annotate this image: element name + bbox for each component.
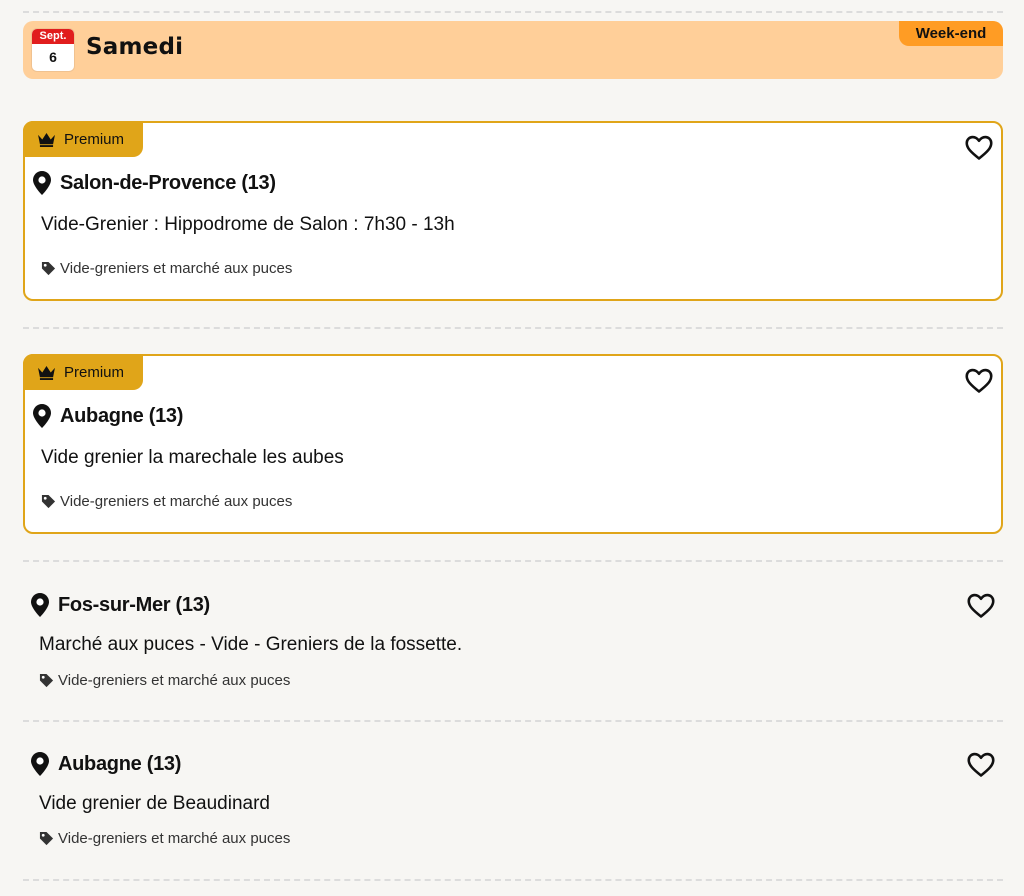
event-location[interactable]: Aubagne (13) [33,404,183,428]
event-category: Vide-greniers et marché aux puces [41,260,292,277]
heart-icon[interactable] [967,752,995,778]
tag-icon [41,261,56,276]
event-location-label: Aubagne (13) [58,752,182,775]
divider [23,327,1003,329]
events-list: Sept. 6 Samedi Week-end Premium Salon-de… [23,0,1003,881]
heart-icon[interactable] [965,135,993,161]
event-location-label: Salon-de-Provence (13) [60,171,276,194]
crown-icon [38,365,55,380]
tag-icon [39,673,54,688]
calendar-day-number: 6 [49,49,57,65]
event-category: Vide-greniers et marché aux puces [39,830,290,847]
map-pin-icon [33,171,51,195]
tag-icon [41,494,56,509]
premium-badge: Premium [23,354,143,390]
event-location[interactable]: Aubagne (13) [31,752,181,776]
event-location[interactable]: Fos-sur-Mer (13) [31,593,210,617]
premium-label: Premium [64,363,125,381]
weekend-badge: Week-end [899,21,1003,46]
event-title[interactable]: Vide grenier de Beaudinard [39,793,270,815]
day-header: Sept. 6 Samedi Week-end [23,21,1003,79]
event-card[interactable]: Premium Aubagne (13) Vide grenier la mar… [23,354,1003,534]
map-pin-icon [33,404,51,428]
event-category-label: Vide-greniers et marché aux puces [60,260,293,277]
crown-icon [38,132,55,147]
event-category-label: Vide-greniers et marché aux puces [60,493,293,510]
event-card[interactable]: Fos-sur-Mer (13) Marché aux puces - Vide… [23,562,1003,720]
heart-icon[interactable] [967,593,995,619]
calendar-icon: Sept. 6 [32,29,74,71]
tag-icon [39,831,54,846]
premium-badge: Premium [23,121,143,157]
calendar-month: Sept. [32,29,74,44]
event-title[interactable]: Vide grenier la marechale les aubes [41,447,344,469]
event-location[interactable]: Salon-de-Provence (13) [33,171,276,195]
event-location-label: Fos-sur-Mer (13) [58,593,210,616]
day-title: Samedi [86,34,184,60]
map-pin-icon [31,593,49,617]
event-card[interactable]: Aubagne (13) Vide grenier de Beaudinard … [23,722,1003,879]
heart-icon[interactable] [965,368,993,394]
event-category: Vide-greniers et marché aux puces [41,493,292,510]
event-category-label: Vide-greniers et marché aux puces [58,830,291,847]
divider [23,11,1003,13]
event-category-label: Vide-greniers et marché aux puces [58,672,291,689]
event-title[interactable]: Marché aux puces - Vide - Greniers de la… [39,634,462,656]
map-pin-icon [31,752,49,776]
event-title[interactable]: Vide-Grenier : Hippodrome de Salon : 7h3… [41,214,455,236]
divider [23,879,1003,881]
premium-label: Premium [64,130,125,148]
event-card[interactable]: Premium Salon-de-Provence (13) Vide-Gren… [23,121,1003,301]
event-location-label: Aubagne (13) [60,404,184,427]
event-category: Vide-greniers et marché aux puces [39,672,290,689]
